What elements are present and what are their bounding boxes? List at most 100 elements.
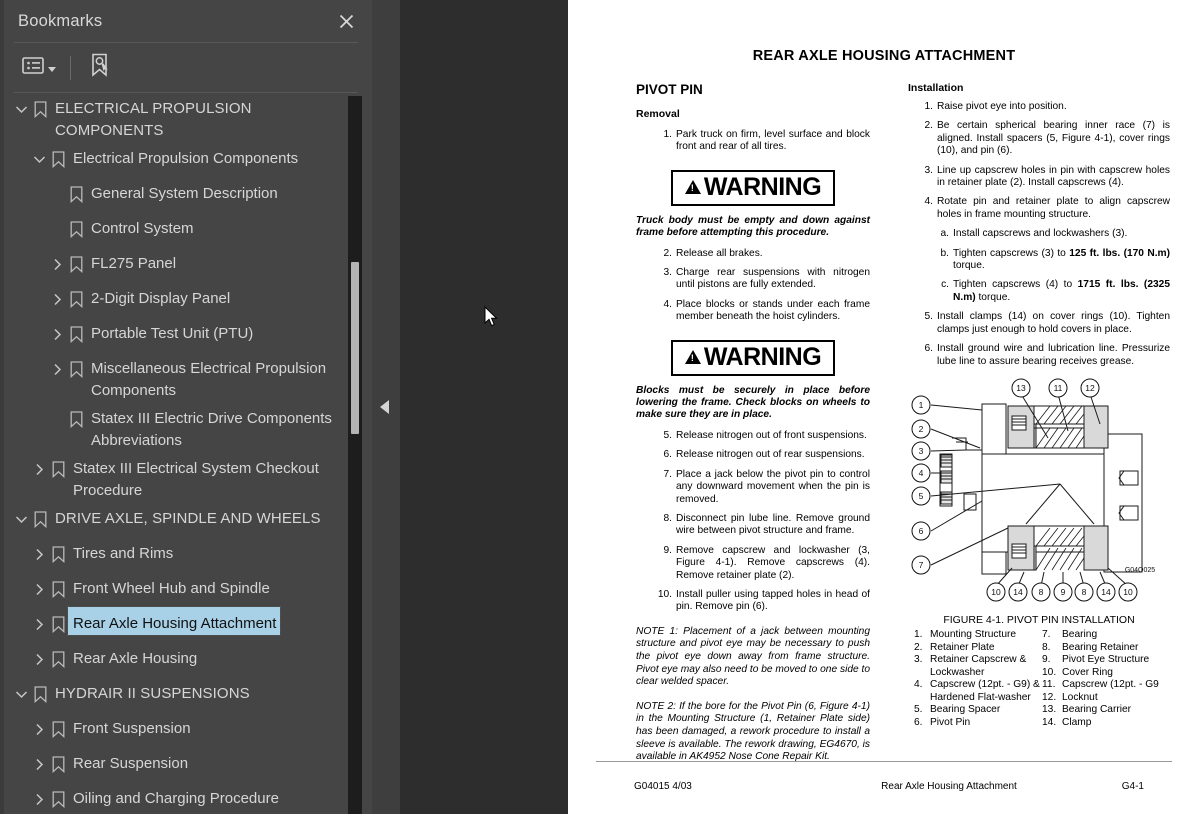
legend-item: 4. Capscrew (12pt. - G9) & Hardened Flat-… [914, 679, 1042, 704]
chevron-right-icon[interactable] [30, 607, 48, 642]
bookmark-item[interactable]: Statex III Electric Drive Components Abb… [0, 402, 372, 452]
procedure-step: 3. Line up capscrew holes in pin with cap… [918, 164, 1171, 190]
bookmark-item[interactable]: Electrical Propulsion Components [0, 142, 372, 177]
figure-code: G04O025 [1125, 567, 1155, 574]
bookmark-item[interactable]: ELECTRICAL PROPULSION COMPONENTS [0, 92, 372, 142]
chevron-right-icon[interactable] [30, 712, 48, 747]
step-number: 1. [663, 129, 673, 140]
svg-text:8: 8 [1039, 587, 1044, 597]
bookmark-icon [48, 747, 68, 782]
bookmark-label: Rear Suspension [73, 755, 189, 772]
step-number: 10. [657, 588, 672, 600]
warning-box-1: WARNING [636, 169, 870, 206]
page-footer: G04015 4/03 Rear Axle Housing Attachment… [568, 781, 1200, 792]
close-icon[interactable] [334, 9, 358, 33]
bookmark-item[interactable]: 2-Digit Display Panel [0, 282, 372, 317]
removal-steps-group-3: 5. Release nitrogen out of front suspensi… [636, 430, 870, 614]
legend-number: 9. [1042, 654, 1051, 666]
bookmark-icon [48, 642, 68, 677]
step-text: Remove capscrew and lockwasher (3, Figur… [676, 544, 870, 581]
step-number: 4. [663, 298, 673, 310]
section-heading-pivot-pin: PIVOT PIN [636, 82, 703, 97]
bookmark-item[interactable]: FL275 Panel [0, 247, 372, 282]
chevron-right-icon[interactable] [30, 642, 48, 677]
chevron-right-icon[interactable] [30, 782, 48, 814]
chevron-down-icon[interactable] [30, 142, 48, 177]
chevron-down-icon[interactable] [12, 92, 30, 127]
left-column: PIVOT PIN Removal 1. Park truck on firm, … [636, 82, 870, 764]
legend-number: 6. [914, 717, 923, 729]
bookmark-icon [48, 607, 68, 642]
bookmark-label: Statex III Electrical System Checkout Pr… [73, 460, 319, 499]
chevron-right-icon[interactable] [48, 247, 66, 282]
chevron-right-icon[interactable] [30, 747, 48, 782]
toolbar-divider [70, 55, 71, 80]
step-text: Release all brakes. [676, 247, 763, 259]
bookmark-item[interactable]: HYDRAIR II SUSPENSIONS [0, 677, 372, 712]
bookmark-item[interactable]: Tires and Rims [0, 537, 372, 572]
step-text: Disconnect pin lube line. Remove ground … [676, 512, 870, 537]
step-text: Line up capscrew holes in pin with capsc… [937, 164, 1170, 189]
step-number: a. [940, 228, 950, 240]
page-columns: PIVOT PIN Removal 1. Park truck on firm, … [568, 82, 1200, 764]
chevron-right-icon[interactable] [48, 282, 66, 317]
bookmark-item[interactable]: Front Wheel Hub and Spindle [0, 572, 372, 607]
legend-item: 11. Capscrew (12pt. - G9 [1042, 679, 1170, 692]
bookmark-item[interactable]: Portable Test Unit (PTU) [0, 317, 372, 352]
chevron-right-icon[interactable] [30, 572, 48, 607]
legend-number: 4. [914, 679, 923, 691]
step-text: Charge rear suspensions with nitrogen un… [676, 267, 870, 291]
step-number: 1. [924, 101, 934, 112]
footer-divider [596, 761, 1172, 762]
chevron-right-icon[interactable] [30, 452, 48, 487]
bookmark-item[interactable]: Control System [0, 212, 372, 247]
legend-item: 1. Mounting Structure [914, 629, 1042, 642]
bookmark-label: DRIVE AXLE, SPINDLE AND WHEELS [55, 510, 321, 527]
bookmark-options-button[interactable] [18, 54, 60, 82]
svg-text:2: 2 [919, 424, 924, 434]
step-number: 3. [924, 164, 934, 176]
bookmark-label: Statex III Electric Drive Components Abb… [91, 410, 332, 449]
bookmarks-tree[interactable]: ELECTRICAL PROPULSION COMPONENTS Electric… [0, 92, 372, 814]
legend-item: 10. Cover Ring [1042, 667, 1170, 680]
figure-legend-left: 1. Mounting Structure 2. Retainer Plate 3. Re… [914, 629, 1042, 730]
svg-text:11: 11 [1054, 383, 1063, 393]
figure-legend: 1. Mounting Structure 2. Retainer Plate 3. Re… [908, 629, 1170, 730]
legend-label: Pivot Pin [930, 717, 971, 729]
bookmark-item[interactable]: Oiling and Charging Procedure [0, 782, 372, 814]
bookmark-item[interactable]: Rear Suspension [0, 747, 372, 782]
bookmark-label: FL275 Panel [91, 255, 177, 272]
bookmark-item[interactable]: Statex III Electrical System Checkout Pr… [0, 452, 372, 502]
step-text: Rotate pin and retainer plate to align c… [937, 196, 1170, 220]
find-bookmark-button[interactable] [85, 50, 115, 85]
bookmark-item[interactable]: General System Description [0, 177, 372, 212]
bookmark-item[interactable]: Rear Axle Housing Attachment [0, 606, 372, 642]
panel-title: Bookmarks [18, 11, 103, 30]
chevron-right-icon[interactable] [30, 537, 48, 572]
chevron-right-icon[interactable] [48, 317, 66, 352]
chevron-right-icon[interactable] [48, 352, 66, 387]
step-number: 4. [924, 196, 934, 208]
legend-label: Retainer Plate [930, 641, 995, 653]
step-number: 5. [924, 311, 934, 323]
svg-text:5: 5 [919, 491, 924, 501]
bookmarks-scrollbar-thumb[interactable] [351, 262, 359, 434]
step-text: Release nitrogen out of rear suspensions… [676, 449, 865, 461]
bookmark-label: Rear Axle Housing Attachment [66, 606, 282, 636]
procedure-step: 1. Park truck on firm, level surface and … [657, 129, 871, 154]
svg-text:6: 6 [919, 526, 924, 536]
right-column: Installation 1. Raise pivot eye into posi… [908, 82, 1170, 764]
bookmark-item[interactable]: Front Suspension [0, 712, 372, 747]
chevron-down-icon[interactable] [12, 677, 30, 712]
bookmark-icon [48, 452, 68, 487]
bookmark-item[interactable]: DRIVE AXLE, SPINDLE AND WHEELS [0, 502, 372, 537]
footer-document-code: G04015 4/03 [634, 781, 692, 792]
bookmarks-scrollbar[interactable] [348, 96, 362, 814]
chevron-down-icon[interactable] [12, 502, 30, 537]
svg-text:7: 7 [919, 560, 924, 570]
removal-steps-group-1: 1. Park truck on firm, level surface and … [636, 129, 871, 154]
bookmark-item[interactable]: Rear Axle Housing [0, 642, 372, 677]
step-text: Install capscrews and lockwashers (3). [953, 228, 1128, 240]
bookmark-item[interactable]: Miscellaneous Electrical Propulsion Comp… [0, 352, 372, 402]
collapse-panel-arrow-icon[interactable] [380, 400, 389, 414]
